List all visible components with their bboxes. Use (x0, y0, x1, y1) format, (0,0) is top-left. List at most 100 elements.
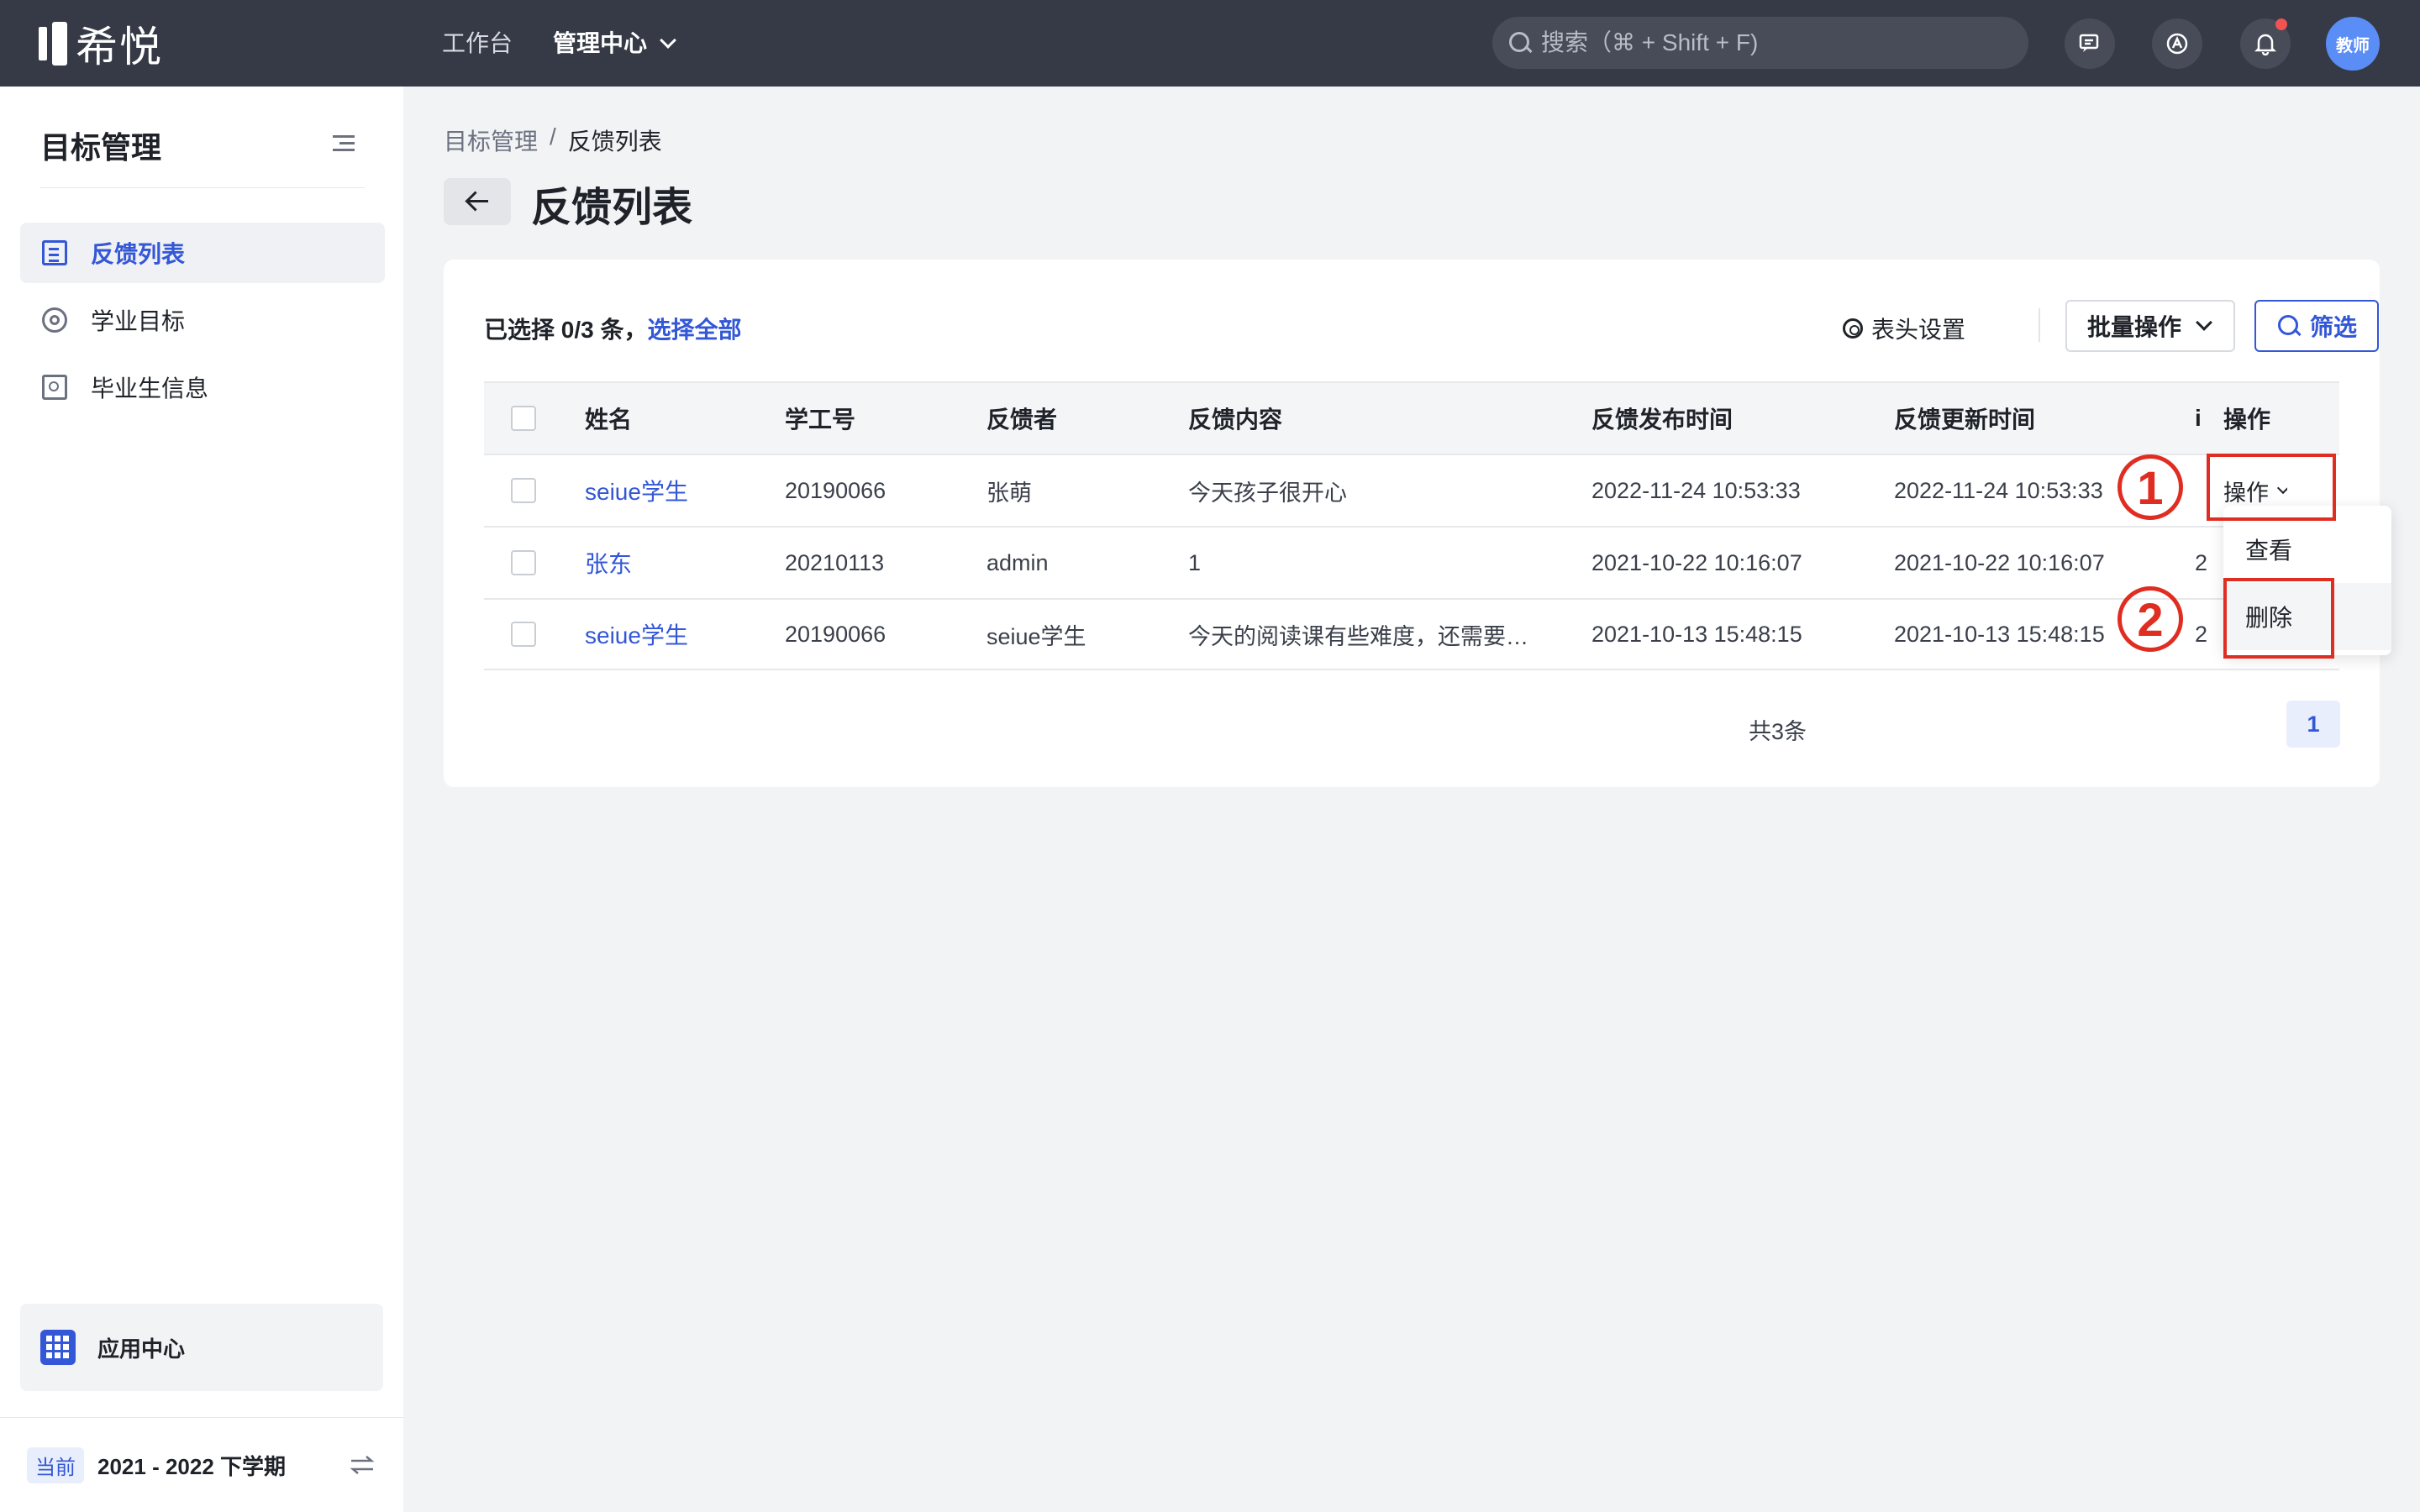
chevron-down-icon (2196, 314, 2212, 331)
nav-workbench[interactable]: 工作台 (442, 25, 513, 62)
selection-info: 已选择 0/3 条，选择全部 (484, 312, 742, 345)
filter-button[interactable]: 筛选 (2254, 300, 2379, 352)
student-name-link[interactable]: seiue学生 (585, 474, 688, 507)
updated-time: 2022-11-24 10:53:33 (1894, 477, 2103, 503)
highlight-box-delete (2223, 578, 2334, 659)
total-count: 共3条 (1749, 719, 1807, 744)
row-checkbox[interactable] (511, 478, 536, 503)
sidebar-item-academic-goals[interactable]: 学业目标 (20, 290, 385, 350)
student-name-link[interactable]: 张东 (585, 546, 632, 580)
current-term: 当前 2021 - 2022 下学期 (27, 1447, 286, 1483)
unread-dot (2275, 18, 2287, 30)
divider (2039, 308, 2040, 342)
feedback-card: 已选择 0/3 条，选择全部 表头设置 批量操作 筛选 姓名 学工号 反馈者 反… (444, 260, 2380, 787)
table-row: seiue学生 20190066 seiue学生 今天的阅读课有些难度，还需要继… (484, 598, 2339, 670)
sidebar-item-feedback-list[interactable]: 反馈列表 (20, 223, 385, 283)
table-row: seiue学生 20190066 张萌 今天孩子很开心 2022-11-24 1… (484, 454, 2339, 526)
chevron-down-icon (660, 32, 676, 49)
breadcrumb-parent[interactable]: 目标管理 (444, 123, 538, 157)
switch-term-icon[interactable] (350, 1455, 375, 1475)
id-card-icon (42, 375, 67, 400)
breadcrumb-current: 反馈列表 (567, 129, 662, 155)
table-row: 张东 20210113 admin 1 2021-10-22 10:16:07 … (484, 526, 2339, 598)
student-id: 20210113 (785, 549, 885, 575)
feedbacker: 张萌 (986, 480, 1032, 506)
sidebar: 目标管理 反馈列表 学业目标 毕业生信息 应用中心 当前 2021 - 2022… (0, 87, 403, 1512)
app-store-icon[interactable] (2152, 18, 2202, 69)
search-input[interactable] (1541, 29, 2012, 56)
batch-operations-button[interactable]: 批量操作 (2065, 300, 2235, 352)
column-header: 姓名 (585, 407, 633, 433)
row-checkbox[interactable] (511, 622, 536, 647)
user-avatar[interactable]: 教师 (2326, 17, 2380, 71)
breadcrumb: 目标管理 / 反馈列表 (444, 123, 662, 157)
logo-text: 希悦 (76, 24, 163, 71)
column-header: 反馈者 (986, 407, 1058, 433)
breadcrumb-separator: / (550, 123, 556, 150)
header-settings-button[interactable]: 表头设置 (1843, 312, 1965, 345)
header-settings-label: 表头设置 (1871, 317, 1966, 343)
nav-admin-center[interactable]: 管理中心 (553, 25, 676, 62)
search-icon (1509, 32, 1531, 54)
select-all-checkbox[interactable] (511, 406, 536, 431)
gear-icon (1843, 318, 1863, 339)
student-id: 20190066 (785, 477, 886, 503)
step-marker-1: 1 (2118, 454, 2183, 520)
app-center-button[interactable]: 应用中心 (20, 1304, 383, 1391)
feedback-content: 今天的阅读课有些难度，还需要继续加油 (1188, 623, 1541, 649)
app-center-label: 应用中心 (97, 1336, 186, 1362)
top-navigation-bar: 希悦 工作台 管理中心 教师 (0, 0, 2420, 87)
sidebar-item-label: 学业目标 (91, 308, 186, 334)
search-icon (2278, 315, 2300, 337)
feedback-table: 姓名 学工号 反馈者 反馈内容 反馈发布时间 反馈更新时间 i 操作 seiue… (484, 381, 2339, 670)
column-header: 反馈更新时间 (1894, 407, 2036, 433)
pagination-page[interactable]: 1 (2286, 701, 2340, 748)
back-button[interactable] (444, 178, 511, 225)
row-checkbox[interactable] (511, 550, 536, 575)
truncated-cell: 2 (2195, 621, 2207, 647)
published-time: 2021-10-22 10:16:07 (1591, 549, 1802, 575)
message-icon[interactable] (2065, 18, 2115, 69)
collapse-sidebar-icon[interactable] (333, 134, 355, 154)
page-title: 反馈列表 (531, 186, 693, 230)
nav-admin-label: 管理中心 (553, 30, 648, 56)
feedback-content: 今天孩子很开心 (1188, 480, 1347, 506)
select-all-link[interactable]: 选择全部 (647, 317, 741, 343)
student-id: 20190066 (785, 621, 886, 647)
term-tag: 当前 (27, 1447, 84, 1483)
batch-operations-label: 批量操作 (2087, 314, 2182, 340)
main-content: 目标管理 / 反馈列表 反馈列表 已选择 0/3 条，选择全部 表头设置 批量操… (403, 87, 2420, 1512)
sidebar-title: 目标管理 (40, 130, 162, 165)
selection-count: 已选择 0/3 条， (484, 317, 648, 343)
column-header: 反馈发布时间 (1591, 407, 1733, 433)
logo-mark-icon (39, 22, 67, 66)
filter-label: 筛选 (2310, 314, 2358, 340)
notification-bell-icon[interactable] (2240, 18, 2291, 69)
term-label: 2021 - 2022 下学期 (97, 1454, 287, 1479)
column-header: 学工号 (785, 407, 856, 433)
document-icon (42, 240, 67, 265)
column-header: 反馈内容 (1188, 407, 1283, 433)
feedback-content: 1 (1188, 549, 1202, 575)
divider (0, 1417, 403, 1418)
updated-time: 2021-10-13 15:48:15 (1894, 621, 2105, 647)
column-header: i (2195, 405, 2202, 431)
feedbacker: admin (986, 549, 1049, 575)
column-header: 操作 (2223, 407, 2271, 433)
target-icon (42, 307, 67, 333)
global-search[interactable] (1492, 17, 2028, 69)
menu-item-view[interactable]: 查看 (2223, 516, 2391, 583)
student-name-link[interactable]: seiue学生 (585, 617, 688, 651)
published-time: 2022-11-24 10:53:33 (1591, 477, 1801, 503)
sidebar-item-label: 毕业生信息 (91, 375, 209, 402)
sidebar-item-label: 反馈列表 (91, 241, 186, 267)
published-time: 2021-10-13 15:48:15 (1591, 621, 1802, 647)
highlight-box-actions (2207, 454, 2336, 521)
table-header: 姓名 学工号 反馈者 反馈内容 反馈发布时间 反馈更新时间 i 操作 (484, 381, 2339, 454)
grid-icon (40, 1330, 76, 1365)
feedbacker: seiue学生 (986, 623, 1086, 649)
truncated-cell: 2 (2195, 549, 2207, 575)
app-logo[interactable]: 希悦 (39, 20, 163, 71)
updated-time: 2021-10-22 10:16:07 (1894, 549, 2105, 575)
sidebar-item-graduate-info[interactable]: 毕业生信息 (20, 357, 385, 417)
